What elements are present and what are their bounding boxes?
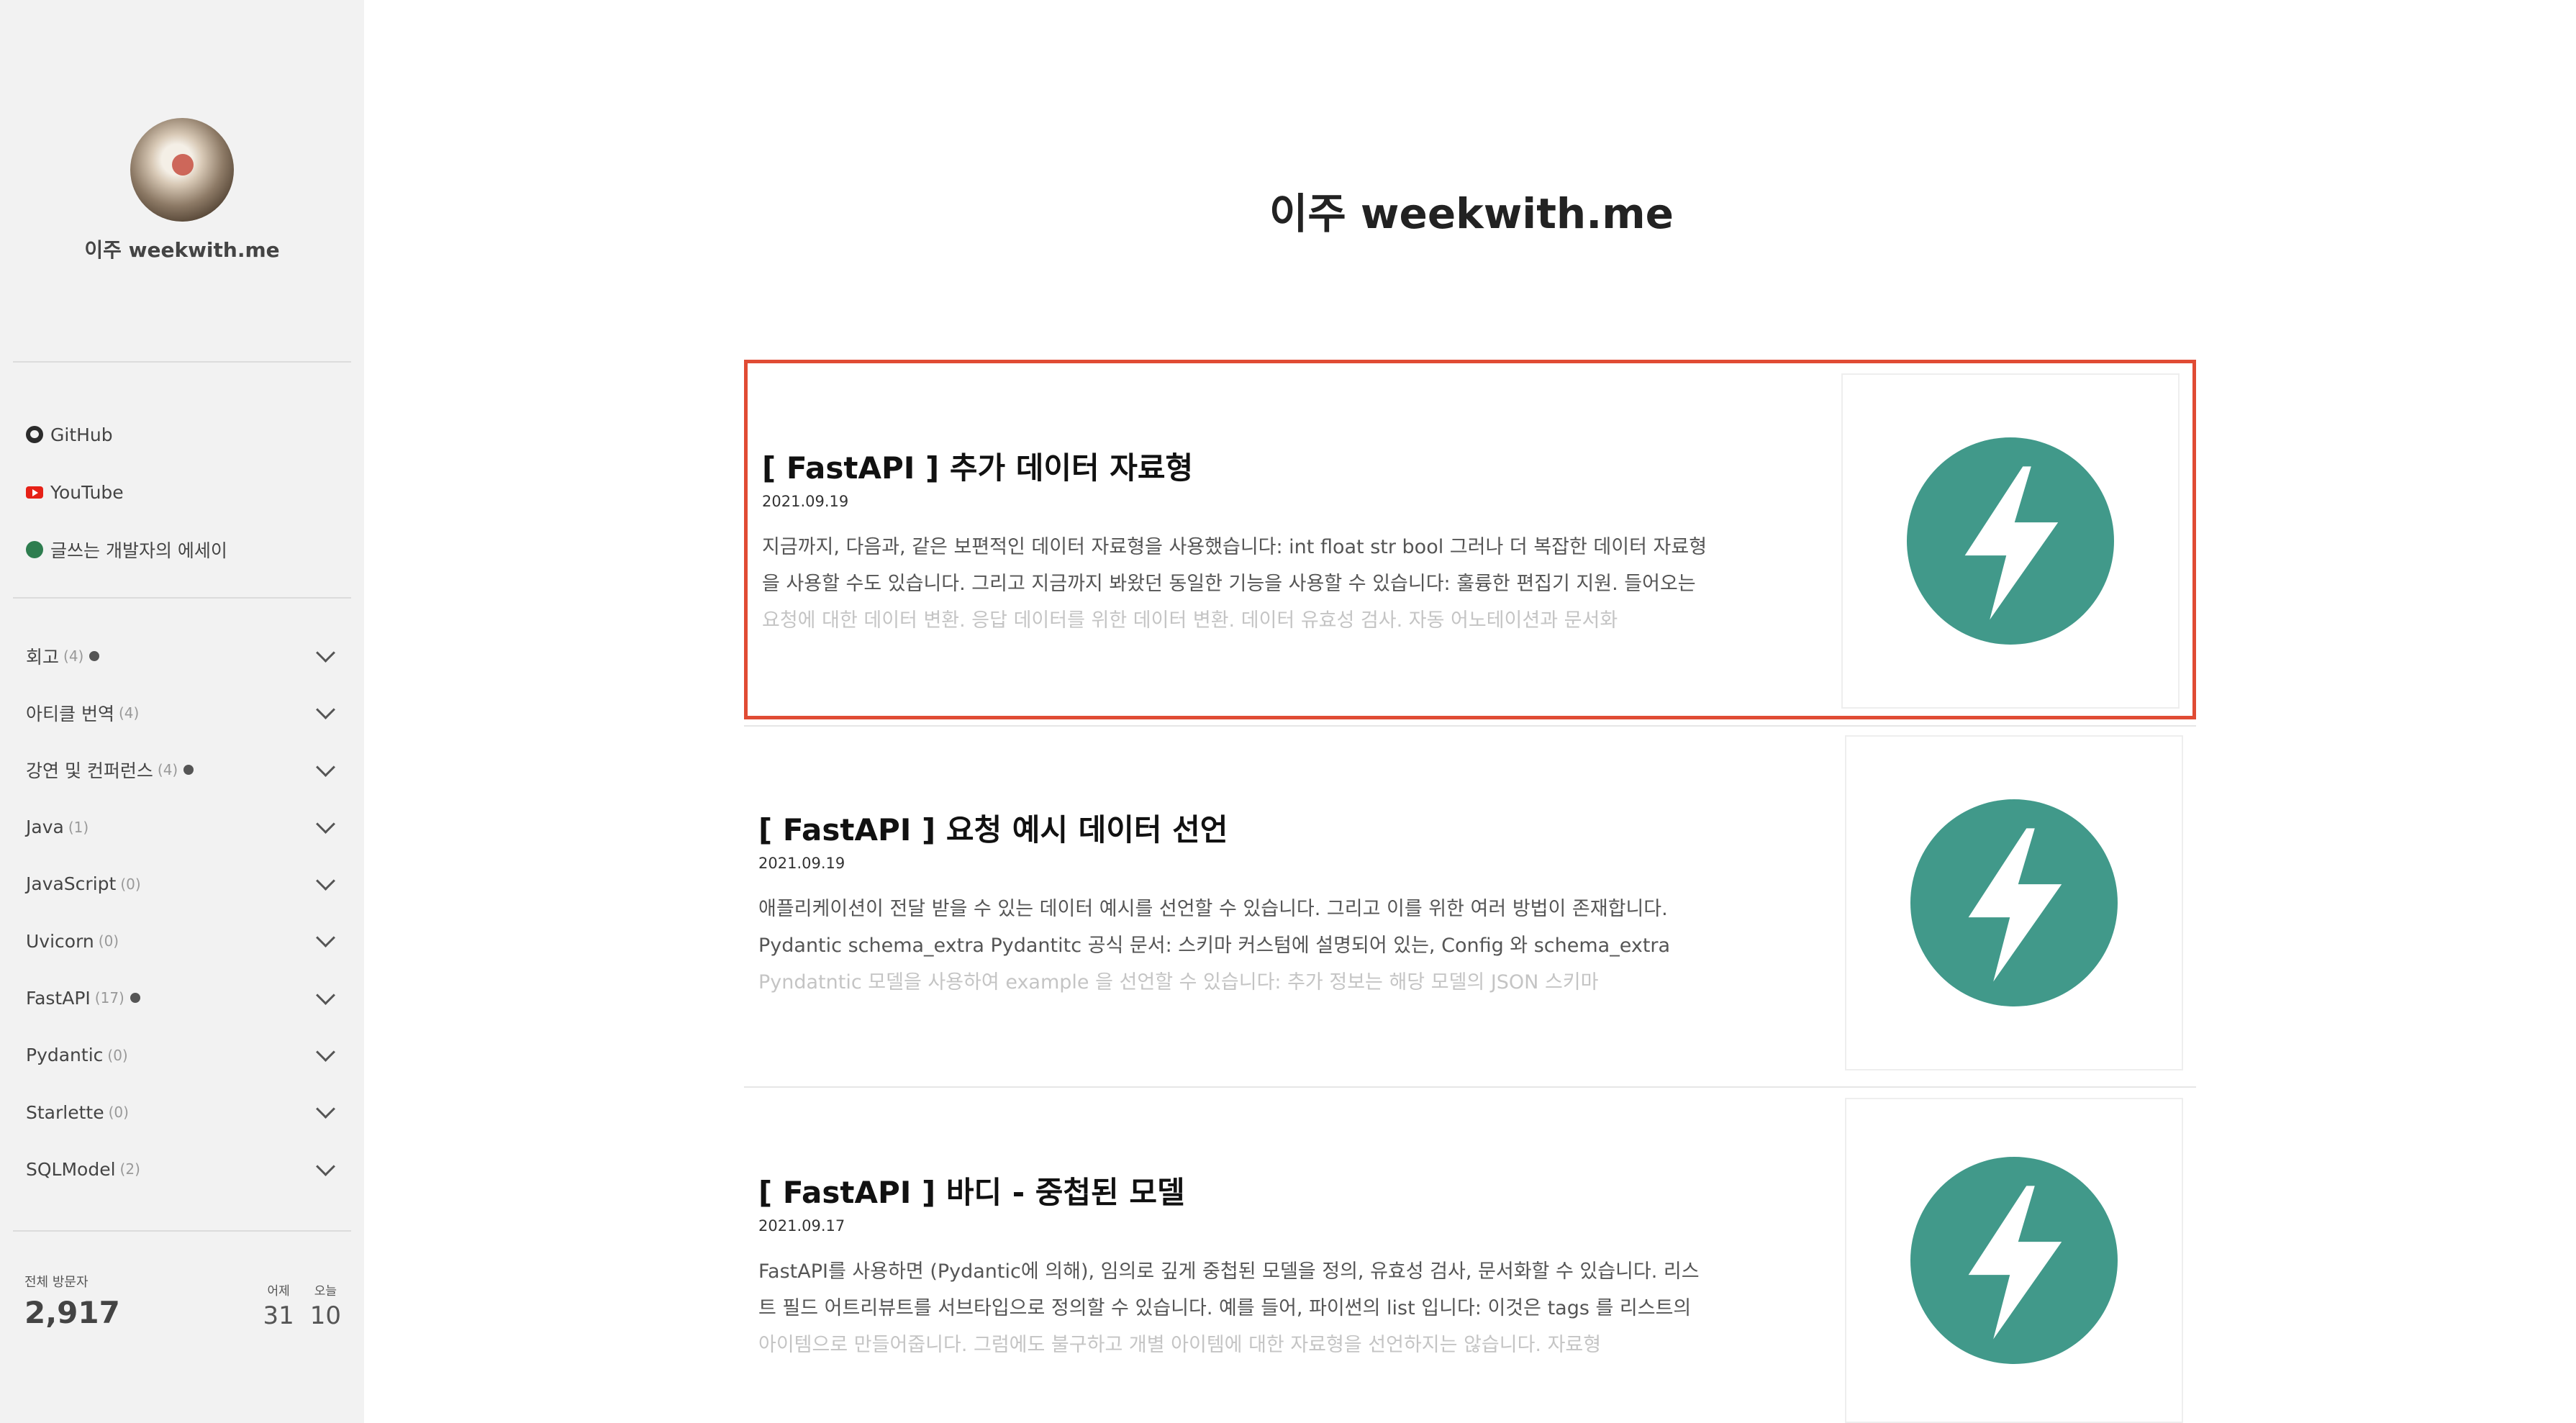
fastapi-logo-icon (1910, 1157, 2118, 1364)
avatar[interactable] (130, 118, 234, 222)
category-item[interactable]: 강연 및 컨퍼런스 (4) (26, 742, 343, 799)
blog-name[interactable]: 이주 weekwith.me (0, 235, 364, 263)
new-badge-icon (183, 765, 194, 776)
link-label: YouTube (50, 481, 124, 503)
category-item[interactable]: 아티클 번역 (4) (26, 684, 343, 741)
github-icon (26, 426, 43, 443)
yesterday-label: 어제 (267, 1284, 290, 1299)
category-item[interactable]: Uvicorn (0) (26, 912, 343, 969)
category-item[interactable]: Java (1) (26, 799, 343, 855)
category-list: 회고 (4) 아티클 번역 (4) 강연 및 컨퍼런스 (4) Java (1)… (26, 627, 343, 1198)
post-card[interactable]: [ FastAPI ] 요청 예시 데이터 선언 2021.09.19 애플리케… (744, 725, 2196, 1085)
daily-visitors: 어제 31 오늘 10 (263, 1281, 341, 1330)
link-youtube[interactable]: YouTube (26, 463, 227, 521)
category-name: Starlette (26, 1101, 104, 1123)
category-count: (2) (119, 1160, 140, 1178)
profile: 이주 weekwith.me (0, 118, 364, 263)
post-date: 2021.09.17 (758, 1217, 845, 1235)
chevron-down-icon[interactable] (316, 928, 335, 948)
category-count: (0) (108, 1104, 129, 1122)
post-date: 2021.09.19 (758, 855, 845, 872)
category-item[interactable]: JavaScript (0) (26, 855, 343, 912)
sidebar: 이주 weekwith.me GitHub YouTube 글쓰는 개발자의 에… (0, 0, 364, 1423)
post-card[interactable]: [ FastAPI ] 바디 - 중첩된 모델 2021.09.17 FastA… (744, 1088, 2196, 1423)
link-label: GitHub (50, 424, 113, 445)
today-label: 오늘 (314, 1284, 337, 1299)
chevron-down-icon[interactable] (316, 1099, 335, 1119)
yesterday-stat: 어제 31 (263, 1281, 294, 1330)
category-name: Java (26, 817, 64, 838)
post-title[interactable]: [ FastAPI ] 추가 데이터 자료형 (762, 444, 1193, 488)
category-item[interactable]: 회고 (4) (26, 627, 343, 684)
link-github[interactable]: GitHub (26, 406, 227, 463)
category-name: Pydantic (26, 1045, 104, 1066)
yesterday-count: 31 (263, 1301, 294, 1330)
link-essay[interactable]: 글쓰는 개발자의 에세이 (26, 521, 227, 578)
post-title[interactable]: [ FastAPI ] 요청 예시 데이터 선언 (758, 806, 1228, 850)
category-count: (4) (157, 761, 178, 779)
external-links: GitHub YouTube 글쓰는 개발자의 에세이 (26, 406, 227, 578)
essay-icon (26, 541, 43, 558)
divider (13, 597, 351, 599)
category-count: (0) (107, 1046, 128, 1064)
chevron-down-icon[interactable] (316, 985, 335, 1005)
post-card[interactable]: [ FastAPI ] 추가 데이터 자료형 2021.09.19 지금까지, … (744, 360, 2196, 719)
category-name: 아티클 번역 (26, 703, 114, 724)
divider (13, 361, 351, 363)
link-label: 글쓰는 개발자의 에세이 (50, 540, 227, 561)
chevron-down-icon[interactable] (316, 814, 335, 834)
post-excerpt: 지금까지, 다음과, 같은 보편적인 데이터 자료형을 사용했습니다: int … (762, 536, 1707, 632)
category-count: (4) (63, 647, 84, 665)
chevron-down-icon[interactable] (316, 643, 335, 663)
category-name: JavaScript (26, 873, 117, 895)
chevron-down-icon[interactable] (316, 1042, 335, 1063)
chevron-down-icon[interactable] (316, 757, 335, 777)
post-thumbnail[interactable] (1845, 735, 2183, 1070)
category-name: 강연 및 컨퍼런스 (26, 760, 153, 782)
fastapi-logo-icon (1907, 437, 2114, 645)
post-excerpt: 애플리케이션이 전달 받을 수 있는 데이터 예시를 선언할 수 있습니다. 그… (758, 898, 1671, 994)
category-item[interactable]: FastAPI (17) (26, 970, 343, 1027)
today-stat: 오늘 10 (310, 1281, 341, 1330)
category-item[interactable]: Starlette (0) (26, 1083, 343, 1140)
category-item[interactable]: SQLModel (2) (26, 1141, 343, 1198)
category-name: FastAPI (26, 987, 91, 1009)
category-name: Uvicorn (26, 930, 94, 952)
category-name: SQLModel (26, 1158, 116, 1180)
new-badge-icon (130, 993, 140, 1004)
post-excerpt: FastAPI를 사용하면 (Pydantic에 의해), 임의로 깊게 중첩된… (758, 1260, 1700, 1356)
category-count: (1) (68, 818, 89, 836)
fastapi-logo-icon (1910, 799, 2118, 1006)
category-count: (0) (98, 932, 119, 950)
chevron-down-icon[interactable] (316, 1156, 335, 1176)
page-title[interactable]: 이주 weekwith.me (1151, 180, 1792, 240)
category-count: (17) (94, 989, 124, 1007)
divider (13, 1230, 351, 1232)
category-item[interactable]: Pydantic (0) (26, 1027, 343, 1083)
post-date: 2021.09.19 (762, 493, 849, 510)
chevron-down-icon[interactable] (316, 700, 335, 720)
new-badge-icon (89, 650, 100, 661)
visitor-stats: 전체 방문자 2,917 어제 31 오늘 10 (24, 1272, 341, 1330)
category-count: (0) (120, 875, 141, 893)
youtube-icon (26, 486, 43, 499)
post-thumbnail[interactable] (1841, 373, 2180, 709)
today-count: 10 (309, 1301, 341, 1330)
post-thumbnail[interactable] (1845, 1098, 2183, 1423)
post-title[interactable]: [ FastAPI ] 바디 - 중첩된 모델 (758, 1168, 1185, 1212)
category-count: (4) (118, 704, 140, 722)
chevron-down-icon[interactable] (316, 871, 335, 891)
category-name: 회고 (26, 646, 60, 668)
